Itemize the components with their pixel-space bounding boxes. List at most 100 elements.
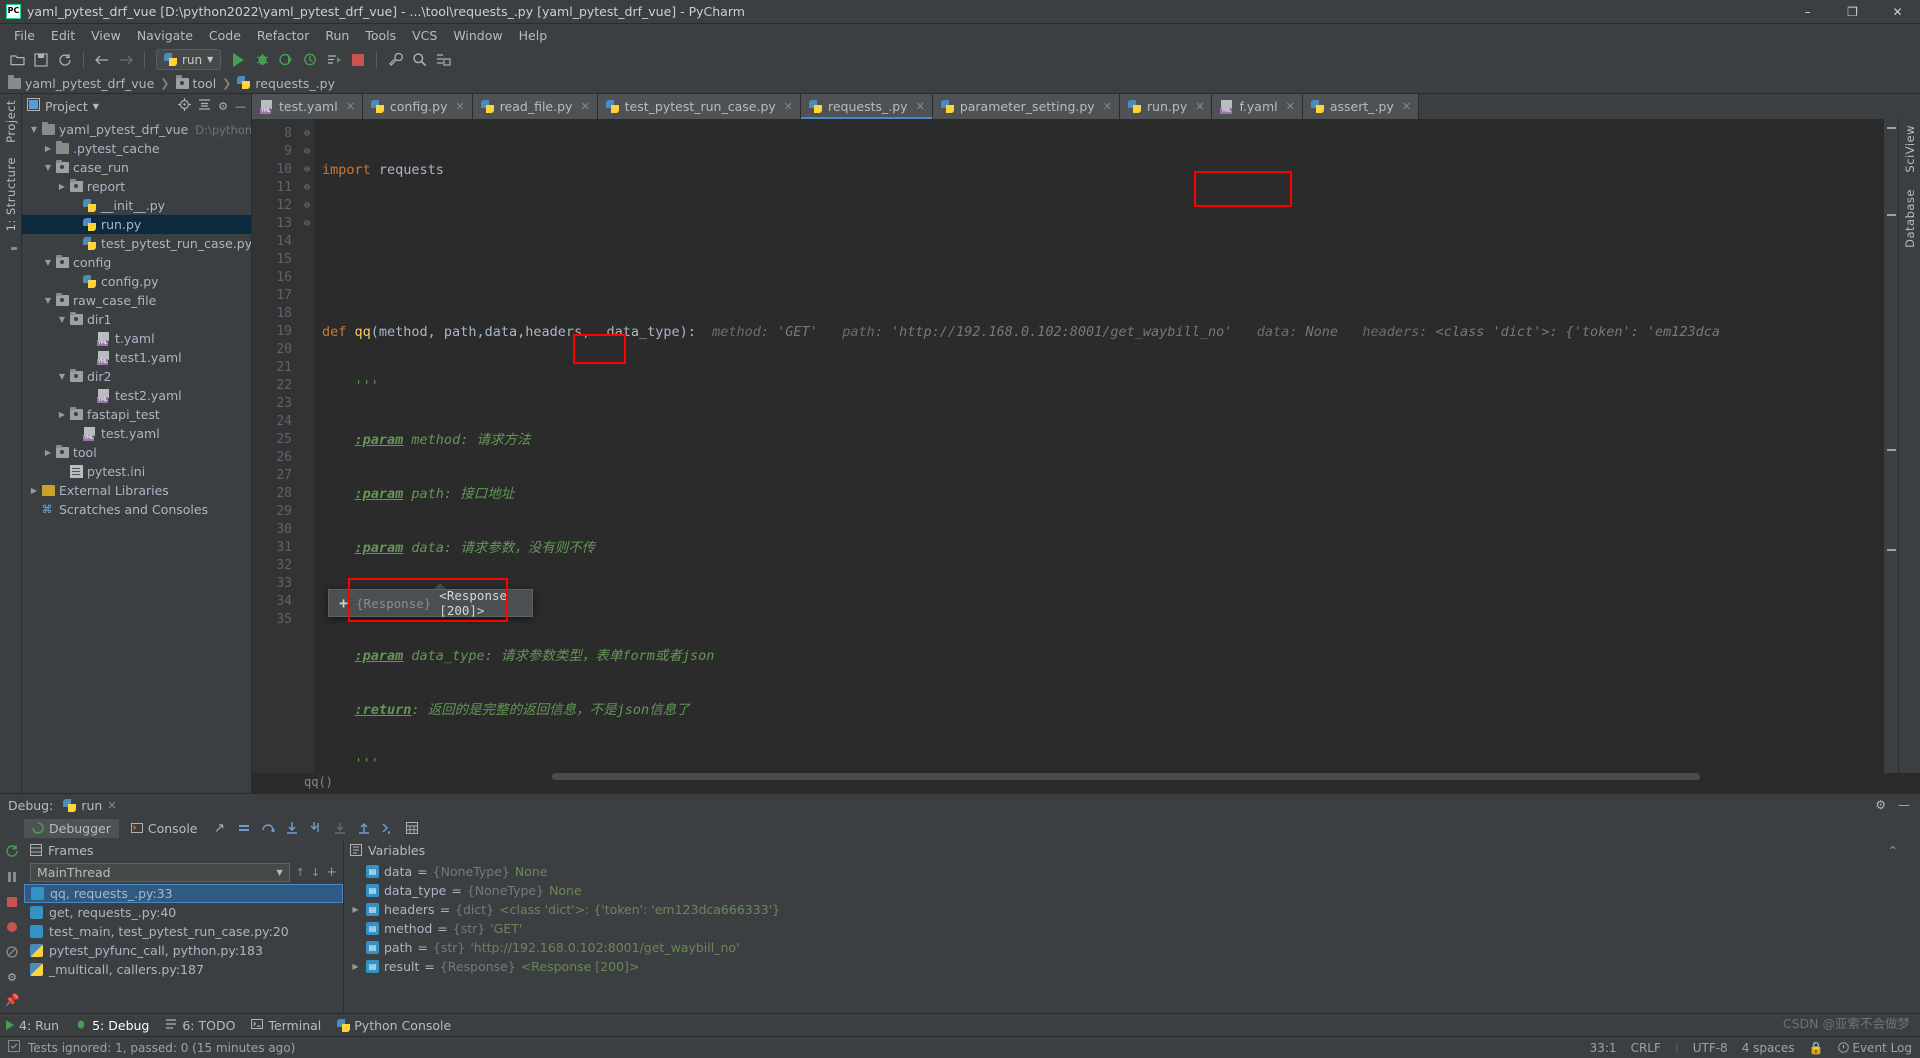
breadcrumb-item-0[interactable]: yaml_pytest_drf_vue <box>8 75 154 91</box>
chevron-down-icon[interactable]: ▼ <box>56 315 68 324</box>
stop-icon[interactable] <box>347 49 369 71</box>
strip-item-structure[interactable]: 1: Structure <box>4 157 18 231</box>
variable-row[interactable]: ▤ path = {str} 'http://192.168.0.102:8001/ge… <box>344 938 1906 957</box>
tree-item-config[interactable]: ▼ config <box>22 253 251 272</box>
chevron-down-icon[interactable]: ▼ <box>93 102 99 111</box>
chevron-down-icon[interactable]: ▼ <box>42 163 54 172</box>
menu-item-window[interactable]: Window <box>445 26 510 45</box>
sync-icon[interactable] <box>54 49 76 71</box>
frame-item[interactable]: qq, requests_.py:33 <box>24 884 343 903</box>
code-folding-gutter[interactable]: ⊖ ⊖ ⊖ ⊖ ⊖ ⊖ <box>300 119 314 773</box>
status-line-separator[interactable]: CRLF <box>1631 1041 1661 1055</box>
chevron-right-icon[interactable]: ▶ <box>42 144 54 153</box>
chevron-right-icon[interactable]: ▶ <box>56 410 68 419</box>
menu-item-view[interactable]: View <box>83 26 129 45</box>
close-icon[interactable]: ✕ <box>346 100 355 113</box>
menu-item-file[interactable]: File <box>6 26 43 45</box>
frame-item[interactable]: get, requests_.py:40 <box>24 903 343 922</box>
editor-tab-test-yaml[interactable]: test.yaml ✕ <box>252 94 363 119</box>
menu-item-run[interactable]: Run <box>317 26 357 45</box>
tree-item-report[interactable]: ▶ report <box>22 177 251 196</box>
close-button[interactable]: ✕ <box>1875 0 1920 24</box>
debug-session-tab[interactable]: run ✕ <box>63 798 117 813</box>
view-breakpoints-icon[interactable] <box>6 921 18 937</box>
editor-tab-test-pytest-run-case-py[interactable]: test_pytest_run_case.py ✕ <box>597 94 801 119</box>
menu-item-navigate[interactable]: Navigate <box>129 26 201 45</box>
chevron-right-icon[interactable]: ▶ <box>56 182 68 191</box>
menu-item-vcs[interactable]: VCS <box>404 26 445 45</box>
step-over-icon[interactable] <box>258 818 278 838</box>
menu-item-help[interactable]: Help <box>511 26 556 45</box>
attach-icon[interactable] <box>323 49 345 71</box>
chevron-right-icon[interactable]: ▶ <box>28 486 40 495</box>
tree-item-pytest-ini[interactable]: pytest.ini <box>22 462 251 481</box>
run-coverage-icon[interactable] <box>275 49 297 71</box>
tree-item-dir2[interactable]: ▼ dir2 <box>22 367 251 386</box>
status-caret-position[interactable]: 33:1 <box>1590 1041 1617 1055</box>
fold-toggle-icon[interactable]: ⊖ <box>300 143 314 161</box>
editor-tab-parameter-setting-py[interactable]: parameter_setting.py ✕ <box>932 94 1120 119</box>
maximize-button[interactable]: ❐ <box>1830 0 1875 24</box>
close-icon[interactable]: ✕ <box>1402 100 1411 113</box>
event-log-button[interactable]: Event Log <box>1837 1041 1912 1055</box>
status-encoding[interactable]: UTF-8 <box>1693 1041 1728 1055</box>
bottom-bar-item-python-console[interactable]: Python Console <box>337 1018 451 1033</box>
locate-icon[interactable] <box>178 98 192 114</box>
tree-item-fastapi-test[interactable]: ▶ fastapi_test <box>22 405 251 424</box>
frame-item[interactable]: pytest_pyfunc_call, python.py:183 <box>24 941 343 960</box>
editor-marker-strip[interactable] <box>1884 119 1898 773</box>
run-to-cursor-icon[interactable] <box>378 818 398 838</box>
chevron-down-icon[interactable]: ▼ <box>42 258 54 267</box>
step-out-icon[interactable] <box>330 818 350 838</box>
editor-tab-run-py[interactable]: run.py ✕ <box>1119 94 1213 119</box>
folder-open-icon[interactable] <box>6 49 28 71</box>
close-icon[interactable]: ✕ <box>1286 100 1295 113</box>
chevron-right-icon[interactable]: ▶ <box>42 448 54 457</box>
tree-item-t-yaml[interactable]: t.yaml <box>22 329 251 348</box>
hide-panel-icon[interactable]: — <box>235 100 246 113</box>
variable-row[interactable]: ▤ method = {str} 'GET' <box>344 919 1906 938</box>
mute-icon[interactable] <box>6 946 18 962</box>
bottom-bar-item-4-run[interactable]: 4: Run <box>6 1018 59 1033</box>
fold-toggle-icon[interactable]: ⊖ <box>300 161 314 179</box>
chevron-down-icon[interactable]: ▼ <box>56 372 68 381</box>
forward-arrow-icon[interactable] <box>115 49 137 71</box>
close-icon[interactable]: ✕ <box>1195 100 1204 113</box>
frames-list[interactable]: qq, requests_.py:33 get, requests_.py:40 t… <box>24 884 343 1013</box>
fold-toggle-icon[interactable]: ⊖ <box>300 197 314 215</box>
settings-icon[interactable]: ⚙ <box>7 971 17 984</box>
structure-icon[interactable] <box>432 49 454 71</box>
thread-select[interactable]: MainThread ▼ <box>30 862 290 882</box>
breadcrumb-item-1[interactable]: tool <box>175 75 216 91</box>
variables-pin-icon[interactable]: ⌃ <box>1888 843 1906 858</box>
frame-up-icon[interactable]: ↑ <box>296 866 305 879</box>
close-icon[interactable]: ✕ <box>107 799 116 812</box>
bottom-bar-item-6-todo[interactable]: 6: TODO <box>165 1018 235 1033</box>
debug-icon[interactable] <box>251 49 273 71</box>
hide-panel-icon[interactable]: — <box>1898 798 1910 812</box>
evaluate-expression-icon[interactable] <box>402 818 422 838</box>
tree-item-raw-case-file[interactable]: ▼ raw_case_file <box>22 291 251 310</box>
profile-icon[interactable] <box>299 49 321 71</box>
tab-debugger[interactable]: Debugger <box>24 818 119 838</box>
tree-item-test-pytest-run-case-py[interactable]: test_pytest_run_case.py <box>22 234 251 253</box>
fold-toggle-icon[interactable]: ⊖ <box>300 215 314 233</box>
tree-item-external-libraries[interactable]: ▶ External Libraries <box>22 481 251 500</box>
variables-list[interactable]: ▤ data = {NoneType} None ▤ data_type = {NoneType… <box>344 860 1906 1013</box>
variable-row[interactable]: ▤ data = {NoneType} None <box>344 862 1906 881</box>
run-icon[interactable] <box>227 49 249 71</box>
variable-row[interactable]: ▤ data_type = {NoneType} None <box>344 881 1906 900</box>
step-into-icon[interactable] <box>282 818 302 838</box>
stop-icon[interactable] <box>6 896 18 912</box>
tree-item-yaml-pytest-drf-vue[interactable]: ▼ yaml_pytest_drf_vue D:\python2022\y <box>22 120 251 139</box>
project-tree[interactable]: ▼ yaml_pytest_drf_vue D:\python2022\y ▶ .pyt… <box>22 118 251 793</box>
rerun-icon[interactable] <box>5 844 19 862</box>
bottom-bar-item-terminal[interactable]: Terminal <box>251 1018 321 1033</box>
save-icon[interactable] <box>30 49 52 71</box>
settings-gear-icon[interactable]: ⚙ <box>218 100 228 113</box>
editor-tab-read-file-py[interactable]: read_file.py ✕ <box>472 94 598 119</box>
pin-icon[interactable]: 📌 <box>5 993 20 1007</box>
strip-item-project[interactable]: Project <box>4 100 18 143</box>
editor-tab-config-py[interactable]: config.py ✕ <box>362 94 473 119</box>
frame-down-icon[interactable]: ↓ <box>311 866 320 879</box>
